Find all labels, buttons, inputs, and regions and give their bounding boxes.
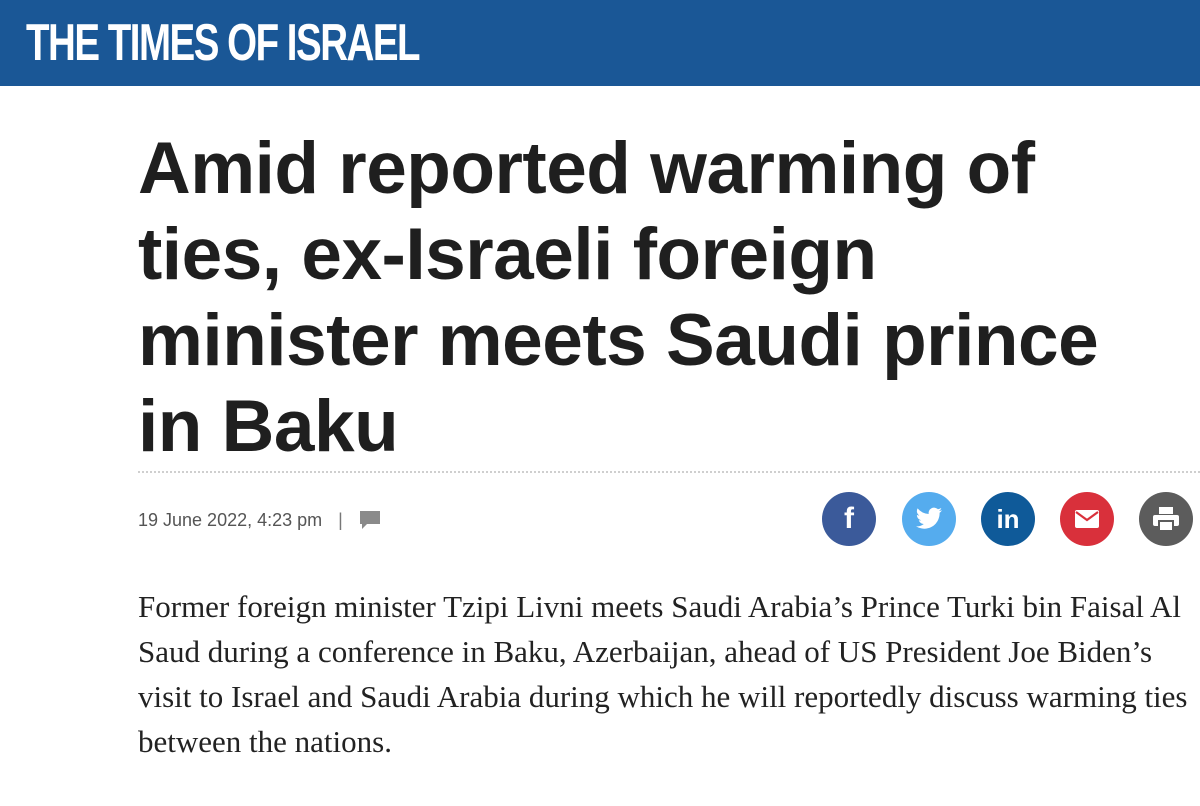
meta-separator: |: [338, 509, 343, 530]
comment-icon[interactable]: [359, 510, 381, 530]
facebook-icon: f: [844, 502, 854, 535]
printer-icon: [1152, 506, 1180, 532]
share-linkedin-button[interactable]: in: [981, 492, 1035, 546]
mail-icon: [1074, 509, 1100, 529]
divider: [138, 471, 1200, 473]
share-email-button[interactable]: [1060, 492, 1114, 546]
linkedin-icon: in: [996, 503, 1020, 534]
share-twitter-button[interactable]: [902, 492, 956, 546]
article-meta: 19 June 2022, 4:23 pm |: [138, 505, 381, 535]
share-facebook-button[interactable]: f: [822, 492, 876, 546]
masthead: THE TIMES OF ISRAEL: [0, 0, 1200, 86]
site-logo[interactable]: THE TIMES OF ISRAEL: [26, 10, 421, 76]
photo-caption: Former foreign minister Tzipi Livni meet…: [138, 589, 1188, 759]
share-print-button[interactable]: [1139, 492, 1193, 546]
publish-date: 19 June 2022, 4:23 pm: [138, 509, 323, 530]
twitter-icon: [915, 507, 943, 531]
article-headline: Amid reported warming of ties, ex-Israel…: [138, 128, 1099, 467]
